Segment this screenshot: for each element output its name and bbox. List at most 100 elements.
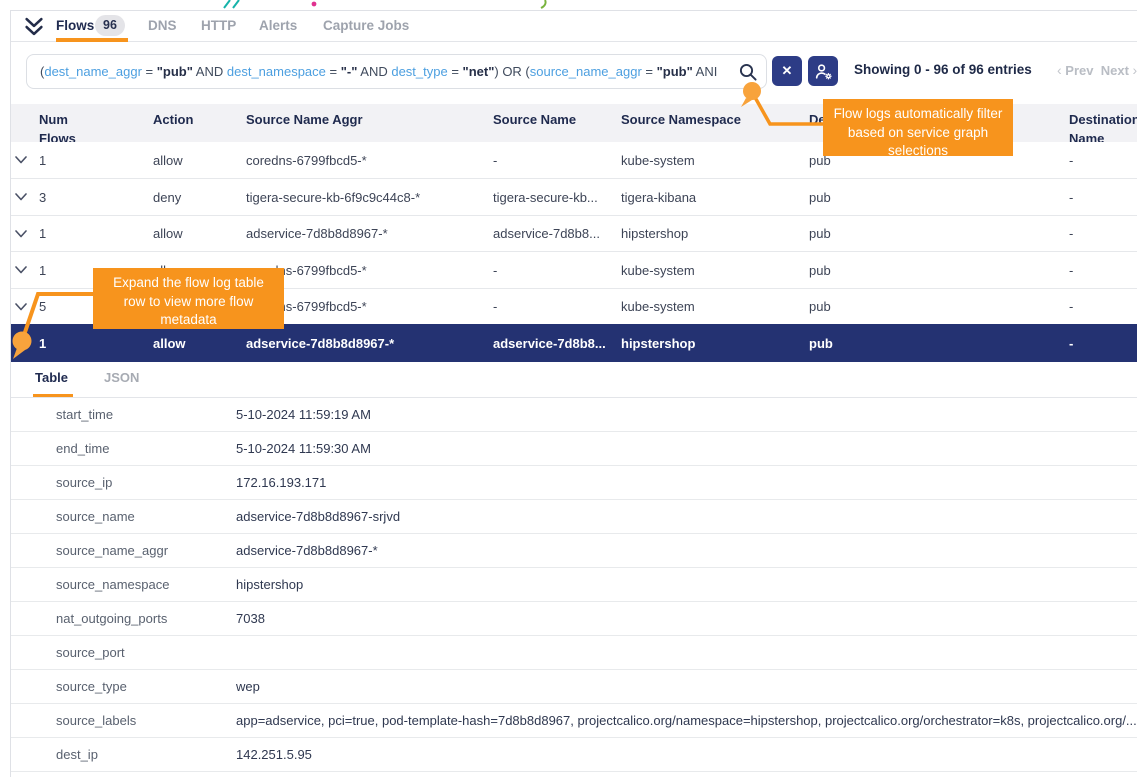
query-token: "pub" — [157, 64, 193, 79]
query-token: dest_type — [391, 64, 447, 79]
detail-key: nat_outgoing_ports — [56, 611, 167, 626]
query-token: AND — [193, 64, 227, 79]
expand-chevron-icon[interactable] — [15, 266, 27, 274]
detail-row-nat_outgoing_ports: nat_outgoing_ports 7038 — [11, 602, 1137, 636]
flow-detail-tabbar: Table JSON — [11, 362, 1137, 398]
cell-source_namespace: kube-system — [621, 263, 809, 278]
detail-value: 172.16.193.171 — [236, 475, 1137, 490]
detail-active-tab-underline — [33, 394, 73, 397]
detail-row-start_time: start_time 5-10-2024 11:59:19 AM — [11, 398, 1137, 432]
detail-value: 142.251.5.95 — [236, 747, 1137, 762]
detail-row-source_namespace: source_namespacehipstershop — [11, 568, 1137, 602]
cell-source_name: - — [493, 299, 621, 314]
query-token: ) OR ( — [494, 64, 529, 79]
detail-value: 5-10-2024 11:59:19 AM — [236, 407, 1137, 422]
next-button[interactable]: Next — [1101, 63, 1129, 78]
cell-dest_name: - — [1069, 153, 1137, 168]
detail-value: app=adservice, pci=true, pod-template-ha… — [236, 713, 1137, 728]
query-token: "pub" — [657, 64, 693, 79]
cell-source_name: adservice-7d8b8... — [493, 336, 621, 351]
cell-dest_name: - — [1069, 336, 1137, 351]
cell-action: deny — [153, 190, 246, 205]
detail-key: source_name — [56, 509, 135, 524]
callout-filter-note: Flow logs automatically filter based on … — [823, 99, 1013, 156]
tab-alerts[interactable]: Alerts — [259, 11, 297, 42]
next-chevron-icon[interactable]: › — [1133, 62, 1137, 78]
detail-key: source_name_aggr — [56, 543, 168, 558]
active-tab-underline — [56, 38, 128, 42]
cell-dest_name: - — [1069, 226, 1137, 241]
detail-row-source_labels: source_labelsapp=adservice, pci=true, po… — [11, 704, 1137, 738]
cell-dest_name_aggr: pub — [809, 263, 1069, 278]
cell-source_name: - — [493, 263, 621, 278]
expand-chevron-icon[interactable] — [15, 303, 27, 311]
flow-logs-page: Flows 96 DNS HTTP Alerts Capture Jobs (d… — [0, 0, 1137, 777]
query-token: = — [448, 64, 463, 79]
cell-num: 1 — [39, 153, 153, 168]
detail-row-source_ip: source_ip172.16.193.171 — [11, 466, 1137, 500]
flows-count-badge: 96 — [95, 15, 125, 36]
query-token: "-" — [341, 64, 358, 79]
tab-http[interactable]: HTTP — [201, 11, 236, 42]
query-token: ANI — [693, 64, 718, 79]
flow-detail-table: start_time 5-10-2024 11:59:19 AM end_time5… — [11, 398, 1137, 772]
cell-source_name: adservice-7d8b8... — [493, 226, 621, 241]
expand-chevron-icon[interactable] — [15, 193, 27, 201]
query-token: AND — [357, 64, 391, 79]
detail-value: wep — [236, 679, 1137, 694]
query-token: source_name_aggr — [530, 64, 642, 79]
detail-value: adservice-7d8b8d8967-srjvd — [236, 509, 1137, 524]
query-token: dest_name_aggr — [44, 64, 142, 79]
detail-row-source_name: source_name adservice-7d8b8d8967-srjvd — [11, 500, 1137, 534]
pagination: ‹ Prev Next › — [1057, 62, 1137, 78]
collapse-double-chevron-icon[interactable] — [23, 17, 45, 36]
detail-tab-json[interactable]: JSON — [104, 370, 139, 385]
detail-value: 7038 — [236, 611, 1137, 626]
detail-key: dest_ip — [56, 747, 98, 762]
tab-dns[interactable]: DNS — [148, 11, 177, 42]
query-token: = — [142, 64, 157, 79]
cell-source_namespace: hipstershop — [621, 226, 809, 241]
query-token: "net" — [463, 64, 495, 79]
search-icon[interactable] — [738, 62, 759, 83]
detail-key: source_namespace — [56, 577, 169, 592]
showing-entries-text: Showing 0 - 96 of 96 entries — [854, 62, 1032, 77]
cell-source_namespace: tigera-kibana — [621, 190, 809, 205]
column-header-source-name-aggr: Source Name Aggr — [246, 111, 493, 130]
detail-key: source_port — [56, 645, 125, 660]
cell-dest_name_aggr: pub — [809, 299, 1069, 314]
detail-row-dest_ip: dest_ip 142.251.5.95 — [11, 738, 1137, 772]
expand-chevron-icon[interactable] — [15, 156, 27, 164]
cell-dest_name_aggr: pub — [809, 190, 1069, 205]
cell-num: 3 — [39, 190, 153, 205]
flow-table-row[interactable]: 1allowadservice-7d8b8d8967-*adservice-7d… — [11, 215, 1137, 251]
detail-row-end_time: end_time5-10-2024 11:59:30 AM — [11, 432, 1137, 466]
cell-source_namespace: kube-system — [621, 299, 809, 314]
cell-action: allow — [153, 336, 246, 351]
clear-filter-button[interactable]: ✕ — [772, 56, 802, 86]
detail-row-source_name_aggr: source_name_aggr adservice-7d8b8d8967-* — [11, 534, 1137, 568]
cell-source_namespace: hipstershop — [621, 336, 809, 351]
column-header-source-name: Source Name — [493, 111, 621, 130]
detail-tab-table[interactable]: Table — [35, 370, 68, 385]
cell-dest_name: - — [1069, 190, 1137, 205]
x-icon: ✕ — [782, 63, 793, 79]
tab-capture-jobs[interactable]: Capture Jobs — [323, 11, 409, 42]
detail-row-source_port: source_port — [11, 636, 1137, 670]
cell-source_name_aggr: coredns-6799fbcd5-* — [246, 153, 493, 168]
expand-chevron-icon[interactable] — [15, 230, 27, 238]
prev-button[interactable]: Prev — [1065, 63, 1093, 78]
callout-expand-note: Expand the flow log table row to view mo… — [93, 268, 284, 329]
user-settings-button[interactable] — [808, 56, 838, 86]
cell-action: allow — [153, 226, 246, 241]
detail-value: adservice-7d8b8d8967-* — [236, 543, 1137, 558]
flow-query-input[interactable]: (dest_name_aggr = "pub" AND dest_namespa… — [26, 54, 767, 89]
column-header-action: Action — [153, 111, 246, 130]
flow-table-row[interactable]: 3denytigera-secure-kb-6f9c9c44c8-*tigera… — [11, 178, 1137, 215]
column-header-source-namespace: Source Namespace — [621, 111, 809, 130]
cell-dest_name_aggr: pub — [809, 226, 1069, 241]
prev-chevron-icon[interactable]: ‹ — [1057, 62, 1062, 78]
cell-source_name_aggr: adservice-7d8b8d8967-* — [246, 226, 493, 241]
detail-key: start_time — [56, 407, 113, 422]
cell-num: 1 — [39, 336, 153, 351]
